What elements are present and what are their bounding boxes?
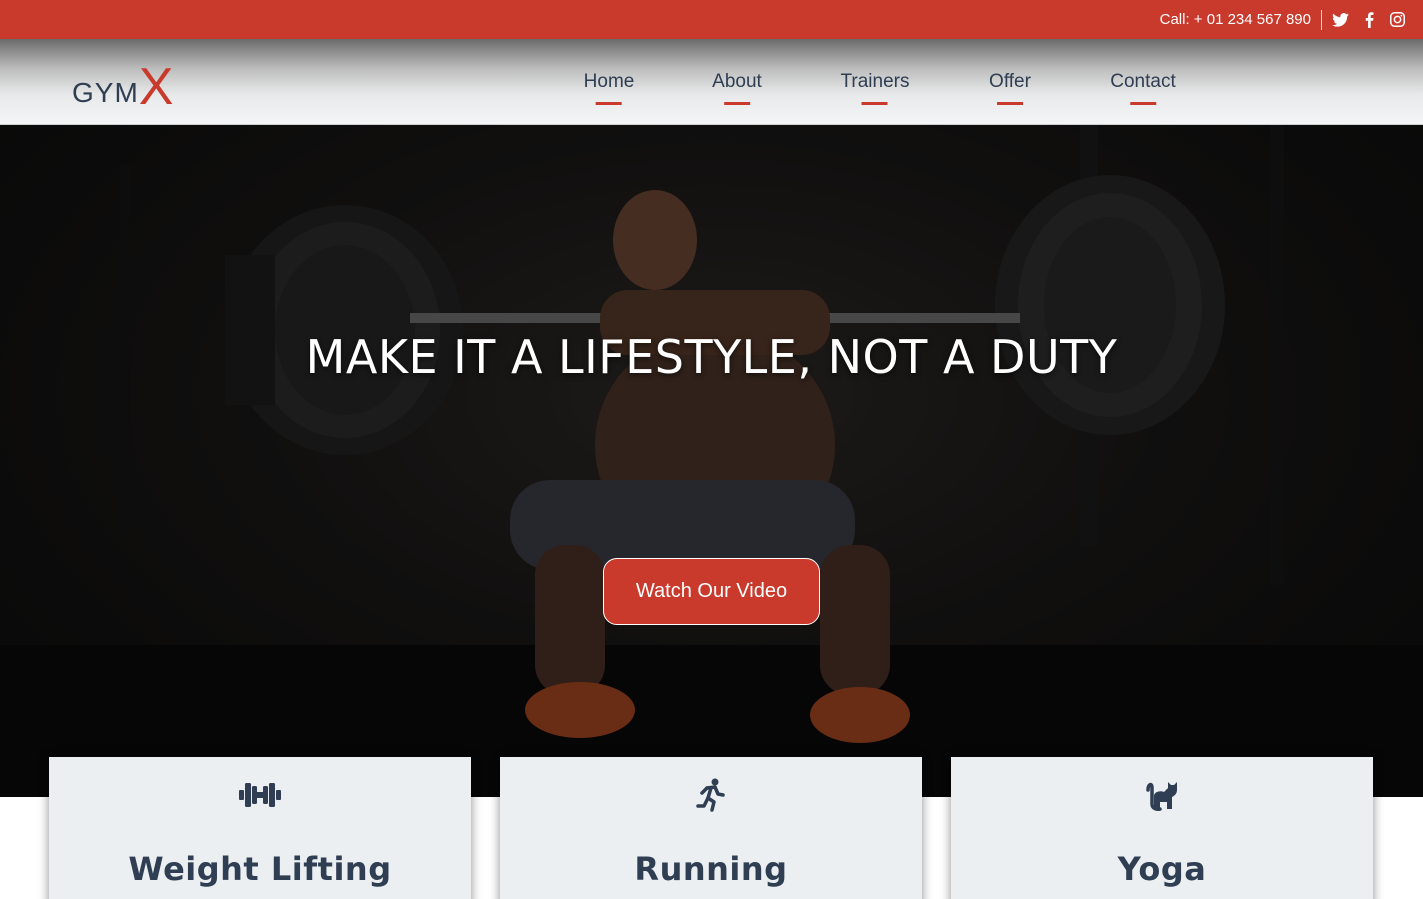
nav-underline bbox=[996, 102, 1023, 105]
facebook-icon[interactable] bbox=[1365, 11, 1374, 28]
card-label: Running bbox=[634, 850, 788, 888]
nav-trainers[interactable]: Trainers bbox=[840, 71, 910, 105]
nav-home[interactable]: Home bbox=[583, 71, 635, 105]
card-label: Yoga bbox=[1117, 850, 1207, 888]
nav-offer[interactable]: Offer bbox=[989, 71, 1031, 105]
card-weight-lifting[interactable]: Weight Lifting bbox=[49, 757, 471, 899]
twitter-icon[interactable] bbox=[1332, 12, 1349, 27]
hero-section: MAKE IT A LIFESTYLE, NOT A DUTY Watch Ou… bbox=[0, 125, 1423, 797]
running-icon bbox=[690, 777, 732, 813]
card-label: Weight Lifting bbox=[128, 850, 392, 888]
cat-icon bbox=[1141, 777, 1183, 813]
site-header: GYM X Home About Trainers Offer Contact bbox=[0, 39, 1423, 125]
nav-label: Trainers bbox=[840, 71, 910, 92]
nav-contact[interactable]: Contact bbox=[1110, 71, 1176, 105]
phone-number[interactable]: Call: + 01 234 567 890 bbox=[1160, 11, 1311, 28]
nav-label: About bbox=[712, 71, 762, 92]
hero-background-image bbox=[0, 125, 1423, 797]
dumbbell-icon bbox=[239, 777, 281, 813]
nav-underline bbox=[596, 102, 622, 105]
nav-about[interactable]: About bbox=[712, 71, 762, 105]
nav-underline bbox=[724, 102, 750, 105]
main-nav: Home About Trainers Offer Contact bbox=[0, 39, 1423, 125]
nav-label: Offer bbox=[989, 71, 1031, 92]
nav-underline bbox=[1129, 102, 1156, 105]
instagram-icon[interactable] bbox=[1390, 12, 1405, 27]
watch-video-button[interactable]: Watch Our Video bbox=[603, 558, 820, 625]
top-bar: Call: + 01 234 567 890 bbox=[0, 0, 1423, 39]
nav-label: Home bbox=[583, 71, 635, 92]
divider bbox=[1321, 9, 1322, 30]
hero-title: MAKE IT A LIFESTYLE, NOT A DUTY bbox=[305, 330, 1118, 384]
nav-underline bbox=[861, 102, 888, 105]
card-yoga[interactable]: Yoga bbox=[951, 757, 1373, 899]
social-links bbox=[1332, 11, 1405, 28]
nav-label: Contact bbox=[1110, 71, 1176, 92]
card-running[interactable]: Running bbox=[500, 757, 922, 899]
